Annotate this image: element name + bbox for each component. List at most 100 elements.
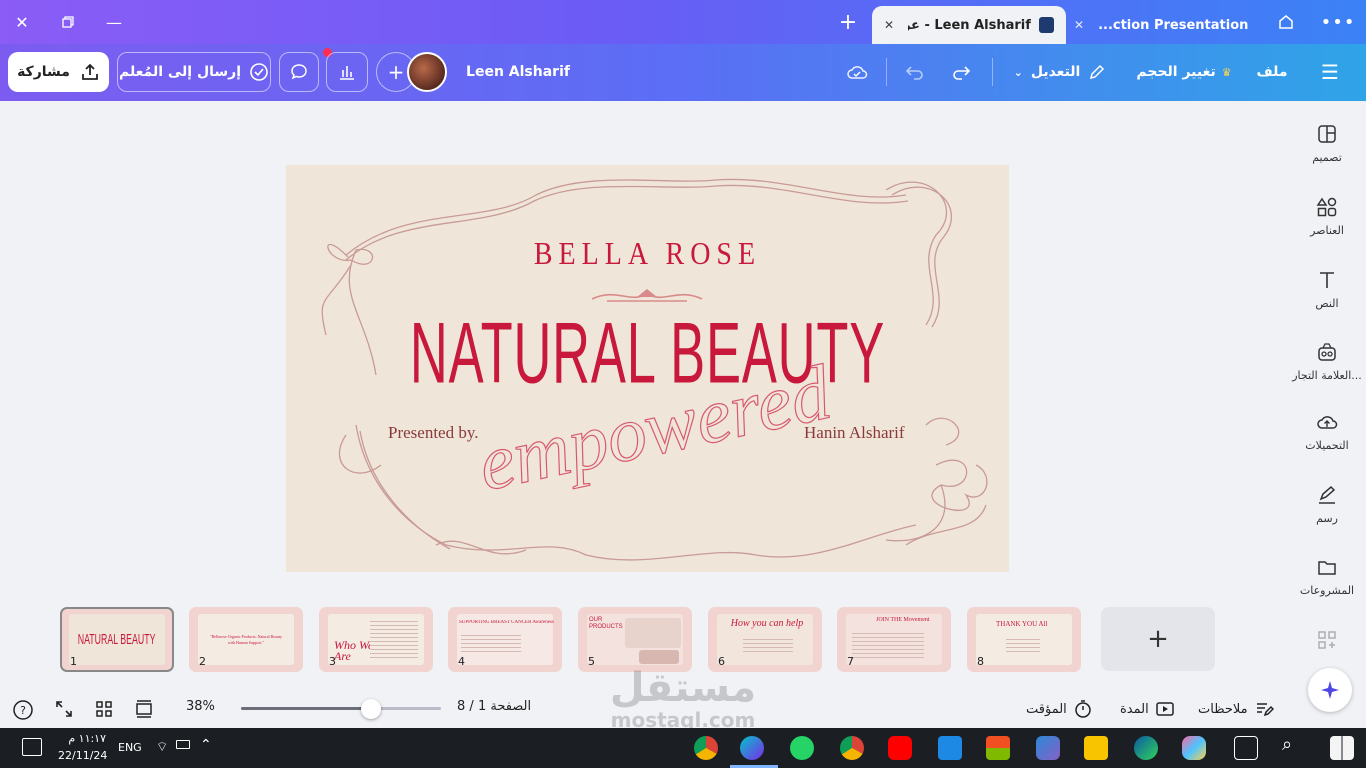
sidebar-item-design[interactable]: تصميم [1288, 123, 1366, 164]
slide-thumbnail[interactable]: How you can help 6 [708, 607, 822, 672]
pencil-icon [1090, 64, 1105, 80]
tab-presentation[interactable]: ✕ ...ction Presentation [1074, 6, 1254, 44]
presented-by-label[interactable]: Presented by. [388, 423, 479, 443]
zoom-level[interactable]: 38% [186, 699, 215, 714]
help-button[interactable]: ? [12, 699, 34, 721]
cloud-saved-icon[interactable] [840, 52, 874, 92]
product-image [639, 650, 679, 664]
chrome-icon[interactable] [694, 736, 718, 760]
chevron-up-icon[interactable]: ⌃ [200, 737, 212, 753]
svg-text:?: ? [20, 704, 26, 717]
clock-date[interactable]: 22/11/24 [58, 749, 107, 762]
timer-label: المؤقت [1026, 701, 1067, 717]
folder-icon [1318, 561, 1336, 575]
tab-current-design[interactable]: ✕ Leen Alsharif - عر... [872, 6, 1066, 44]
help-icon: ? [13, 700, 33, 720]
send-label: إرسال إلى المُعلم [118, 64, 242, 80]
sidebar-item-uploads[interactable]: التحميلات [1288, 411, 1366, 452]
fullscreen-button[interactable] [54, 699, 74, 719]
home-icon[interactable] [1270, 8, 1302, 36]
page-view-button[interactable] [134, 699, 154, 719]
chevron-down-icon: ⌄ [1013, 65, 1023, 79]
duration-button[interactable]: المدة [1120, 699, 1175, 719]
tab-label: Leen Alsharif - عر... [908, 17, 1031, 33]
language-indicator[interactable]: ENG [118, 741, 142, 754]
slide-canvas[interactable]: BELLA ROSE NATURAL BEAUTY empowered Pres… [286, 165, 1009, 572]
text-lines-decoration [1006, 636, 1040, 652]
sidebar-item-projects[interactable]: المشروعات [1288, 556, 1366, 597]
slide-thumbnail[interactable]: "Bellarose Organic Products: Natural Bea… [189, 607, 303, 672]
thumb-number: 4 [458, 655, 465, 668]
canva-app-icon[interactable] [740, 736, 764, 760]
copilot-icon[interactable] [1182, 736, 1206, 760]
send-to-teacher-button[interactable]: إرسال إلى المُعلم [117, 52, 271, 92]
user-name: Leen Alsharif [466, 64, 570, 80]
windows-start-icon[interactable] [1330, 736, 1354, 760]
sidebar-item-apps[interactable] [1288, 629, 1366, 657]
search-icon[interactable]: ⌕ [1282, 734, 1292, 755]
sidebar-item-text[interactable]: النص [1288, 269, 1366, 310]
menu-icon[interactable]: ☰ [1312, 52, 1348, 92]
close-tab-icon[interactable]: ✕ [1074, 18, 1084, 32]
zoom-slider-thumb[interactable] [361, 699, 381, 719]
whatsapp-icon[interactable] [790, 736, 814, 760]
notes-button[interactable]: ملاحظات [1198, 699, 1274, 719]
grid-view-button[interactable] [94, 699, 114, 719]
brand-name[interactable]: BELLA ROSE [286, 237, 1009, 274]
slide-thumbnail[interactable]: Who We Are 3 [319, 607, 433, 672]
page-indicator[interactable]: الصفحة 1 / 8 [457, 699, 531, 714]
edit-mode-button[interactable]: ⌄ التعديل [1006, 52, 1114, 92]
thumb-title: JOIN THE Movement [876, 617, 930, 623]
wifi-icon[interactable]: ⌔ [156, 739, 168, 755]
slide-thumbnail[interactable]: SUPPORTING BREAST CANCER Awareness 4 [448, 607, 562, 672]
timer-button[interactable]: المؤقت [1026, 699, 1093, 719]
store-icon[interactable] [986, 736, 1010, 760]
apps-icon [1318, 631, 1336, 649]
add-slide-button[interactable]: + [1101, 607, 1215, 671]
presenter-name[interactable]: Hanin Alsharif [804, 423, 905, 443]
thumb-title: THANK YOU All [996, 620, 1048, 628]
slide-thumbnail[interactable]: NATURAL BEAUTY 1 [60, 607, 174, 672]
mail-icon[interactable] [938, 736, 962, 760]
notification-center-icon[interactable] [22, 738, 42, 756]
file-explorer-icon[interactable] [1084, 736, 1108, 760]
task-view-icon[interactable] [1234, 736, 1258, 760]
resize-button[interactable]: تغيير الحجم ♛ [1136, 52, 1231, 92]
copilot-app-icon[interactable] [1036, 736, 1060, 760]
product-image [625, 618, 681, 648]
clock-time[interactable]: ١١:١٧ م [58, 732, 106, 745]
close-window-button[interactable]: ✕ [6, 8, 38, 36]
chrome-profile-icon[interactable] [840, 736, 864, 760]
close-tab-icon[interactable]: ✕ [884, 18, 894, 32]
text-lines-decoration [370, 618, 418, 658]
pages-icon [136, 700, 152, 718]
redo-button[interactable] [944, 52, 978, 92]
file-menu-button[interactable]: ملف [1250, 52, 1294, 92]
sidebar-item-draw[interactable]: رسم [1288, 484, 1366, 525]
comment-button[interactable] [279, 52, 319, 92]
sidebar-item-label: المشروعات [1299, 584, 1355, 597]
editor-footer: ? 38% الصفحة 1 / 8 المؤقت المدة ملاحظات [0, 690, 1366, 728]
share-button[interactable]: مشاركة [8, 52, 109, 92]
insights-button[interactable] [326, 52, 368, 92]
slide-thumbnail[interactable]: JOIN THE Movement 7 [837, 607, 951, 672]
slide-thumbnail[interactable]: OUR PRODUCTS 5 [578, 607, 692, 672]
edge-icon[interactable] [1134, 736, 1158, 760]
thumb-number: 2 [199, 655, 206, 668]
restore-window-button[interactable] [52, 8, 84, 36]
battery-icon[interactable] [176, 740, 190, 749]
undo-button[interactable] [898, 52, 932, 92]
text-icon [1320, 272, 1334, 288]
new-tab-button[interactable]: + [832, 8, 864, 36]
youtube-icon[interactable] [888, 736, 912, 760]
zoom-slider-fill [241, 707, 371, 710]
zoom-slider-track[interactable] [241, 699, 441, 719]
sidebar-item-brand[interactable]: العلامة التجار... [1288, 341, 1366, 382]
slide-thumbnail[interactable]: THANK YOU All 8 [967, 607, 1081, 672]
avatar[interactable] [407, 52, 447, 92]
sidebar-item-elements[interactable]: العناصر [1288, 196, 1366, 237]
more-options-icon[interactable]: ••• [1321, 8, 1355, 36]
stopwatch-icon [1075, 700, 1091, 718]
minimize-window-button[interactable]: — [98, 8, 130, 36]
thumb-title: NATURAL BEAUTY [78, 631, 156, 648]
